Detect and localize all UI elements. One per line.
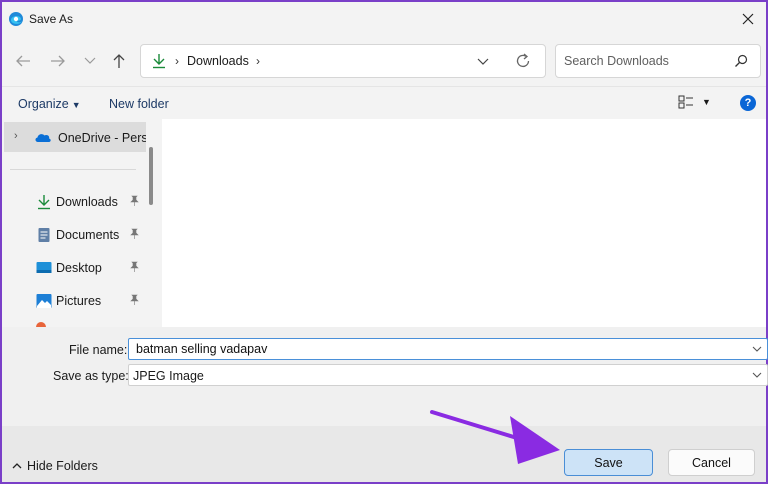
organize-button[interactable]: Organize ▼	[18, 97, 81, 111]
caret-down-icon: ▼	[71, 100, 81, 110]
up-arrow-icon	[113, 54, 125, 68]
toolbar-divider	[2, 86, 766, 87]
view-options-button[interactable]	[678, 95, 694, 112]
sidebar-item-label: Pictures	[56, 294, 102, 308]
desktop-icon	[36, 260, 52, 279]
up-button[interactable]	[108, 50, 130, 72]
file-name-label: File name:	[69, 343, 128, 357]
nav-divider	[10, 169, 136, 170]
chevron-down-icon	[84, 57, 96, 64]
sidebar-item-desktop[interactable]: Desktop	[4, 254, 146, 282]
hide-folders-label: Hide Folders	[27, 459, 98, 473]
download-icon	[36, 194, 52, 213]
documents-icon	[36, 227, 52, 246]
file-name-input[interactable]	[134, 341, 734, 357]
sidebar-item-documents[interactable]: Documents	[4, 221, 146, 249]
pin-icon[interactable]	[128, 261, 140, 276]
back-arrow-icon	[16, 55, 30, 67]
search-box[interactable]	[555, 44, 761, 78]
file-list-pane[interactable]	[162, 119, 766, 327]
onedrive-cloud-icon	[34, 131, 52, 146]
help-icon: ?	[744, 97, 752, 109]
organize-label: Organize	[18, 97, 69, 111]
recent-locations-button[interactable]	[79, 50, 101, 72]
save-type-label: Save as type:	[53, 369, 129, 383]
help-button[interactable]: ?	[740, 95, 756, 111]
new-folder-button[interactable]: New folder	[109, 97, 169, 111]
breadcrumb-downloads[interactable]: Downloads	[187, 54, 249, 68]
sidebar-item-label: Downloads	[56, 195, 118, 209]
pin-icon[interactable]	[128, 228, 140, 243]
pin-icon[interactable]	[128, 294, 140, 309]
hide-folders-button[interactable]: Hide Folders	[12, 459, 98, 473]
address-bar[interactable]: › Downloads ›	[140, 44, 546, 78]
back-button[interactable]	[12, 50, 34, 72]
edge-browser-icon	[8, 11, 24, 27]
title-bar: Save As	[2, 2, 766, 36]
view-dropdown-caret-icon[interactable]: ▼	[702, 97, 711, 107]
sidebar-item-label: OneDrive - Perso	[58, 131, 146, 145]
chevron-down-icon[interactable]	[752, 343, 762, 358]
sidebar-item-label: Desktop	[56, 261, 102, 275]
search-icon	[734, 54, 748, 71]
file-name-field[interactable]	[128, 338, 768, 360]
refresh-button[interactable]	[515, 52, 531, 73]
chevron-down-icon	[477, 58, 489, 65]
sidebar-item-label: Documents	[56, 228, 120, 242]
close-button[interactable]	[734, 6, 762, 32]
navigation-pane: › OneDrive - Perso Downloads Documents D…	[2, 119, 146, 327]
download-icon	[151, 53, 167, 72]
window-title: Save As	[29, 12, 74, 26]
expand-chevron-icon[interactable]: ›	[14, 130, 18, 142]
search-input[interactable]	[562, 51, 722, 71]
cancel-button[interactable]: Cancel	[668, 449, 755, 476]
address-history-button[interactable]	[477, 53, 489, 72]
nav-pane-scrollbar[interactable]	[149, 147, 153, 205]
save-button[interactable]: Save	[564, 449, 653, 476]
save-type-value: JPEG Image	[133, 369, 204, 383]
pictures-icon	[36, 293, 52, 312]
save-type-select[interactable]: JPEG Image	[128, 364, 768, 386]
forward-arrow-icon	[51, 55, 65, 67]
view-options-icon	[678, 95, 693, 109]
breadcrumb-separator[interactable]: ›	[256, 54, 260, 68]
close-icon	[742, 13, 754, 25]
chevron-down-icon	[752, 369, 762, 384]
sidebar-item-downloads[interactable]: Downloads	[4, 188, 146, 216]
save-as-dialog: Save As › Downloads › Search Downloads O…	[0, 0, 768, 484]
refresh-icon	[516, 53, 530, 67]
sidebar-item-pictures[interactable]: Pictures	[4, 287, 146, 315]
pin-icon[interactable]	[128, 195, 140, 210]
forward-button[interactable]	[47, 50, 69, 72]
chevron-up-icon	[12, 459, 22, 473]
breadcrumb-separator[interactable]: ›	[175, 54, 179, 68]
sidebar-item-onedrive[interactable]: › OneDrive - Perso	[4, 122, 146, 152]
